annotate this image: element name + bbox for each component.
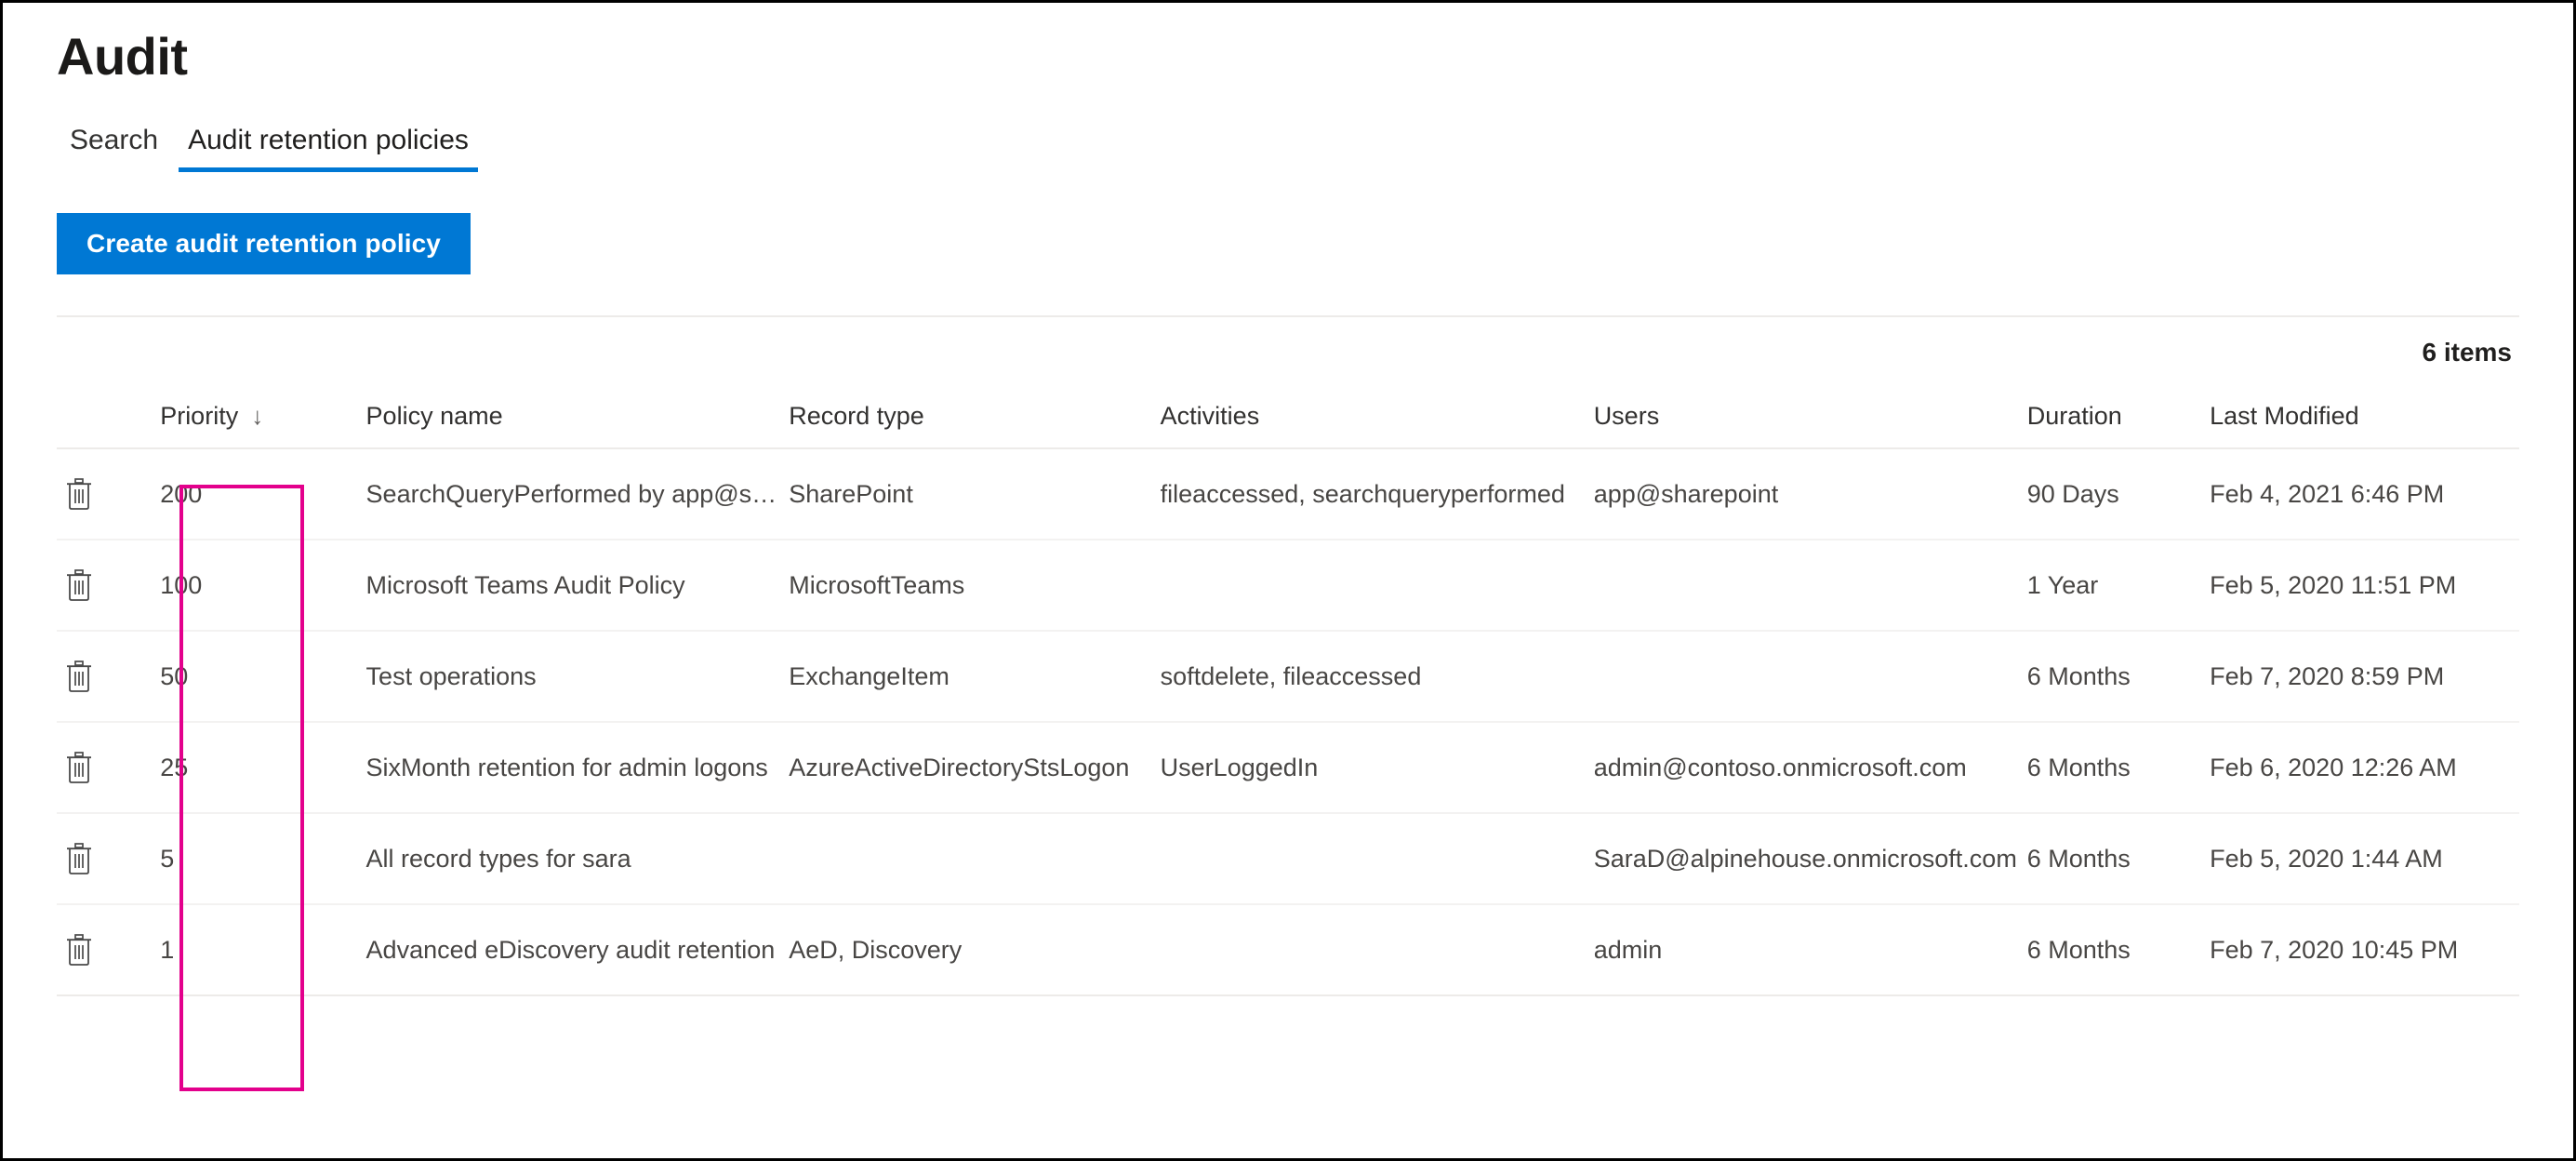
table-row[interactable]: 25 SixMonth retention for admin logons A… [57,722,2519,815]
trash-icon[interactable] [57,836,101,881]
screenshot-root: Audit Search Audit retention policies Cr… [0,0,2576,1161]
sort-descending-icon: ↓ [251,401,264,430]
cell-policy-name: All record types for sara [358,813,790,906]
create-audit-retention-policy-button[interactable]: Create audit retention policy [57,213,471,275]
column-header-priority[interactable]: Priority ↓ [153,388,359,450]
column-header-duration[interactable]: Duration [2026,388,2211,450]
cell-activities [1160,540,1594,633]
tab-bar: Search Audit retention policies [57,111,2519,173]
cell-last-modified: Feb 5, 2020 1:44 AM [2210,813,2519,906]
table-row[interactable]: 100 Microsoft Teams Audit Policy Microso… [57,540,2519,633]
cell-activities [1160,813,1594,906]
cell-duration: 6 Months [2026,722,2211,815]
cell-policy-name: SearchQueryPerformed by app@share… [358,448,790,541]
tab-audit-retention-policies-label: Audit retention policies [188,125,469,156]
audit-retention-policies-table: Priority ↓ Policy name Record type Activi… [57,388,2519,997]
table-row[interactable]: 5 All record types for sara SaraD@alpine… [57,813,2519,906]
column-header-policy-name[interactable]: Policy name [358,388,790,450]
cell-activities: UserLoggedIn [1160,722,1594,815]
table-header-row: Priority ↓ Policy name Record type Activi… [57,388,2519,450]
trash-icon[interactable] [57,745,101,790]
cell-policy-name: Advanced eDiscovery audit retention [358,904,790,997]
cell-duration: 90 Days [2026,448,2211,541]
cell-users [1593,540,2027,633]
cell-record-type [789,813,1161,906]
trash-icon[interactable] [57,927,101,972]
column-header-activities[interactable]: Activities [1160,388,1594,450]
tab-search-label: Search [70,125,159,156]
cell-priority: 200 [153,448,359,541]
delete-cell [57,904,153,997]
table-body: 200 SearchQueryPerformed by app@share… S… [57,448,2519,997]
column-header-delete [57,388,153,450]
cell-users: admin@contoso.onmicrosoft.com [1593,722,2027,815]
cell-duration: 1 Year [2026,540,2211,633]
cell-priority: 25 [153,722,359,815]
cell-record-type: AeD, Discovery [789,904,1161,997]
cell-users: admin [1593,904,2027,997]
cell-priority: 100 [153,540,359,633]
trash-icon[interactable] [57,563,101,607]
cell-last-modified: Feb 7, 2020 8:59 PM [2210,631,2519,724]
column-header-priority-label: Priority [160,401,239,430]
item-count: 6 items [2422,338,2513,367]
cell-duration: 6 Months [2026,813,2211,906]
cell-duration: 6 Months [2026,631,2211,724]
column-header-last-modified[interactable]: Last Modified [2210,388,2519,450]
table-row[interactable]: 1 Advanced eDiscovery audit retention Ae… [57,904,2519,997]
cell-last-modified: Feb 4, 2021 6:46 PM [2210,448,2519,541]
delete-cell [57,540,153,633]
cell-last-modified: Feb 7, 2020 10:45 PM [2210,904,2519,997]
cell-users [1593,631,2027,724]
table-header: Priority ↓ Policy name Record type Activi… [57,388,2519,450]
cell-activities [1160,904,1594,997]
cell-priority: 5 [153,813,359,906]
table-row[interactable]: 50 Test operations ExchangeItem softdele… [57,631,2519,724]
cell-record-type: SharePoint [789,448,1161,541]
cell-policy-name: Microsoft Teams Audit Policy [358,540,790,633]
tab-audit-retention-policies[interactable]: Audit retention policies [173,124,484,173]
trash-icon[interactable] [57,472,101,516]
cell-priority: 50 [153,631,359,724]
trash-icon[interactable] [57,654,101,699]
command-bar: Create audit retention policy [57,213,2519,282]
tab-search[interactable]: Search [57,124,173,172]
cell-record-type: AzureActiveDirectoryStsLogon [789,722,1161,815]
cell-users: app@sharepoint [1593,448,2027,541]
cell-activities: softdelete, fileaccessed [1160,631,1594,724]
cell-last-modified: Feb 6, 2020 12:26 AM [2210,722,2519,815]
cell-priority: 1 [153,904,359,997]
cell-policy-name: Test operations [358,631,790,724]
audit-page: Audit Search Audit retention policies Cr… [3,3,2573,1158]
delete-cell [57,722,153,815]
page-title: Audit [57,27,188,86]
cell-activities: fileaccessed, searchqueryperformed [1160,448,1594,541]
column-header-users[interactable]: Users [1593,388,2027,450]
cell-last-modified: Feb 5, 2020 11:51 PM [2210,540,2519,633]
table-row[interactable]: 200 SearchQueryPerformed by app@share… S… [57,448,2519,541]
delete-cell [57,813,153,906]
delete-cell [57,631,153,724]
cell-duration: 6 Months [2026,904,2211,997]
column-header-record-type[interactable]: Record type [789,388,1161,450]
item-count-row: 6 items [57,317,2519,367]
cell-policy-name: SixMonth retention for admin logons [358,722,790,815]
cell-record-type: ExchangeItem [789,631,1161,724]
cell-record-type: MicrosoftTeams [789,540,1161,633]
delete-cell [57,448,153,541]
cell-users: SaraD@alpinehouse.onmicrosoft.com [1593,813,2027,906]
